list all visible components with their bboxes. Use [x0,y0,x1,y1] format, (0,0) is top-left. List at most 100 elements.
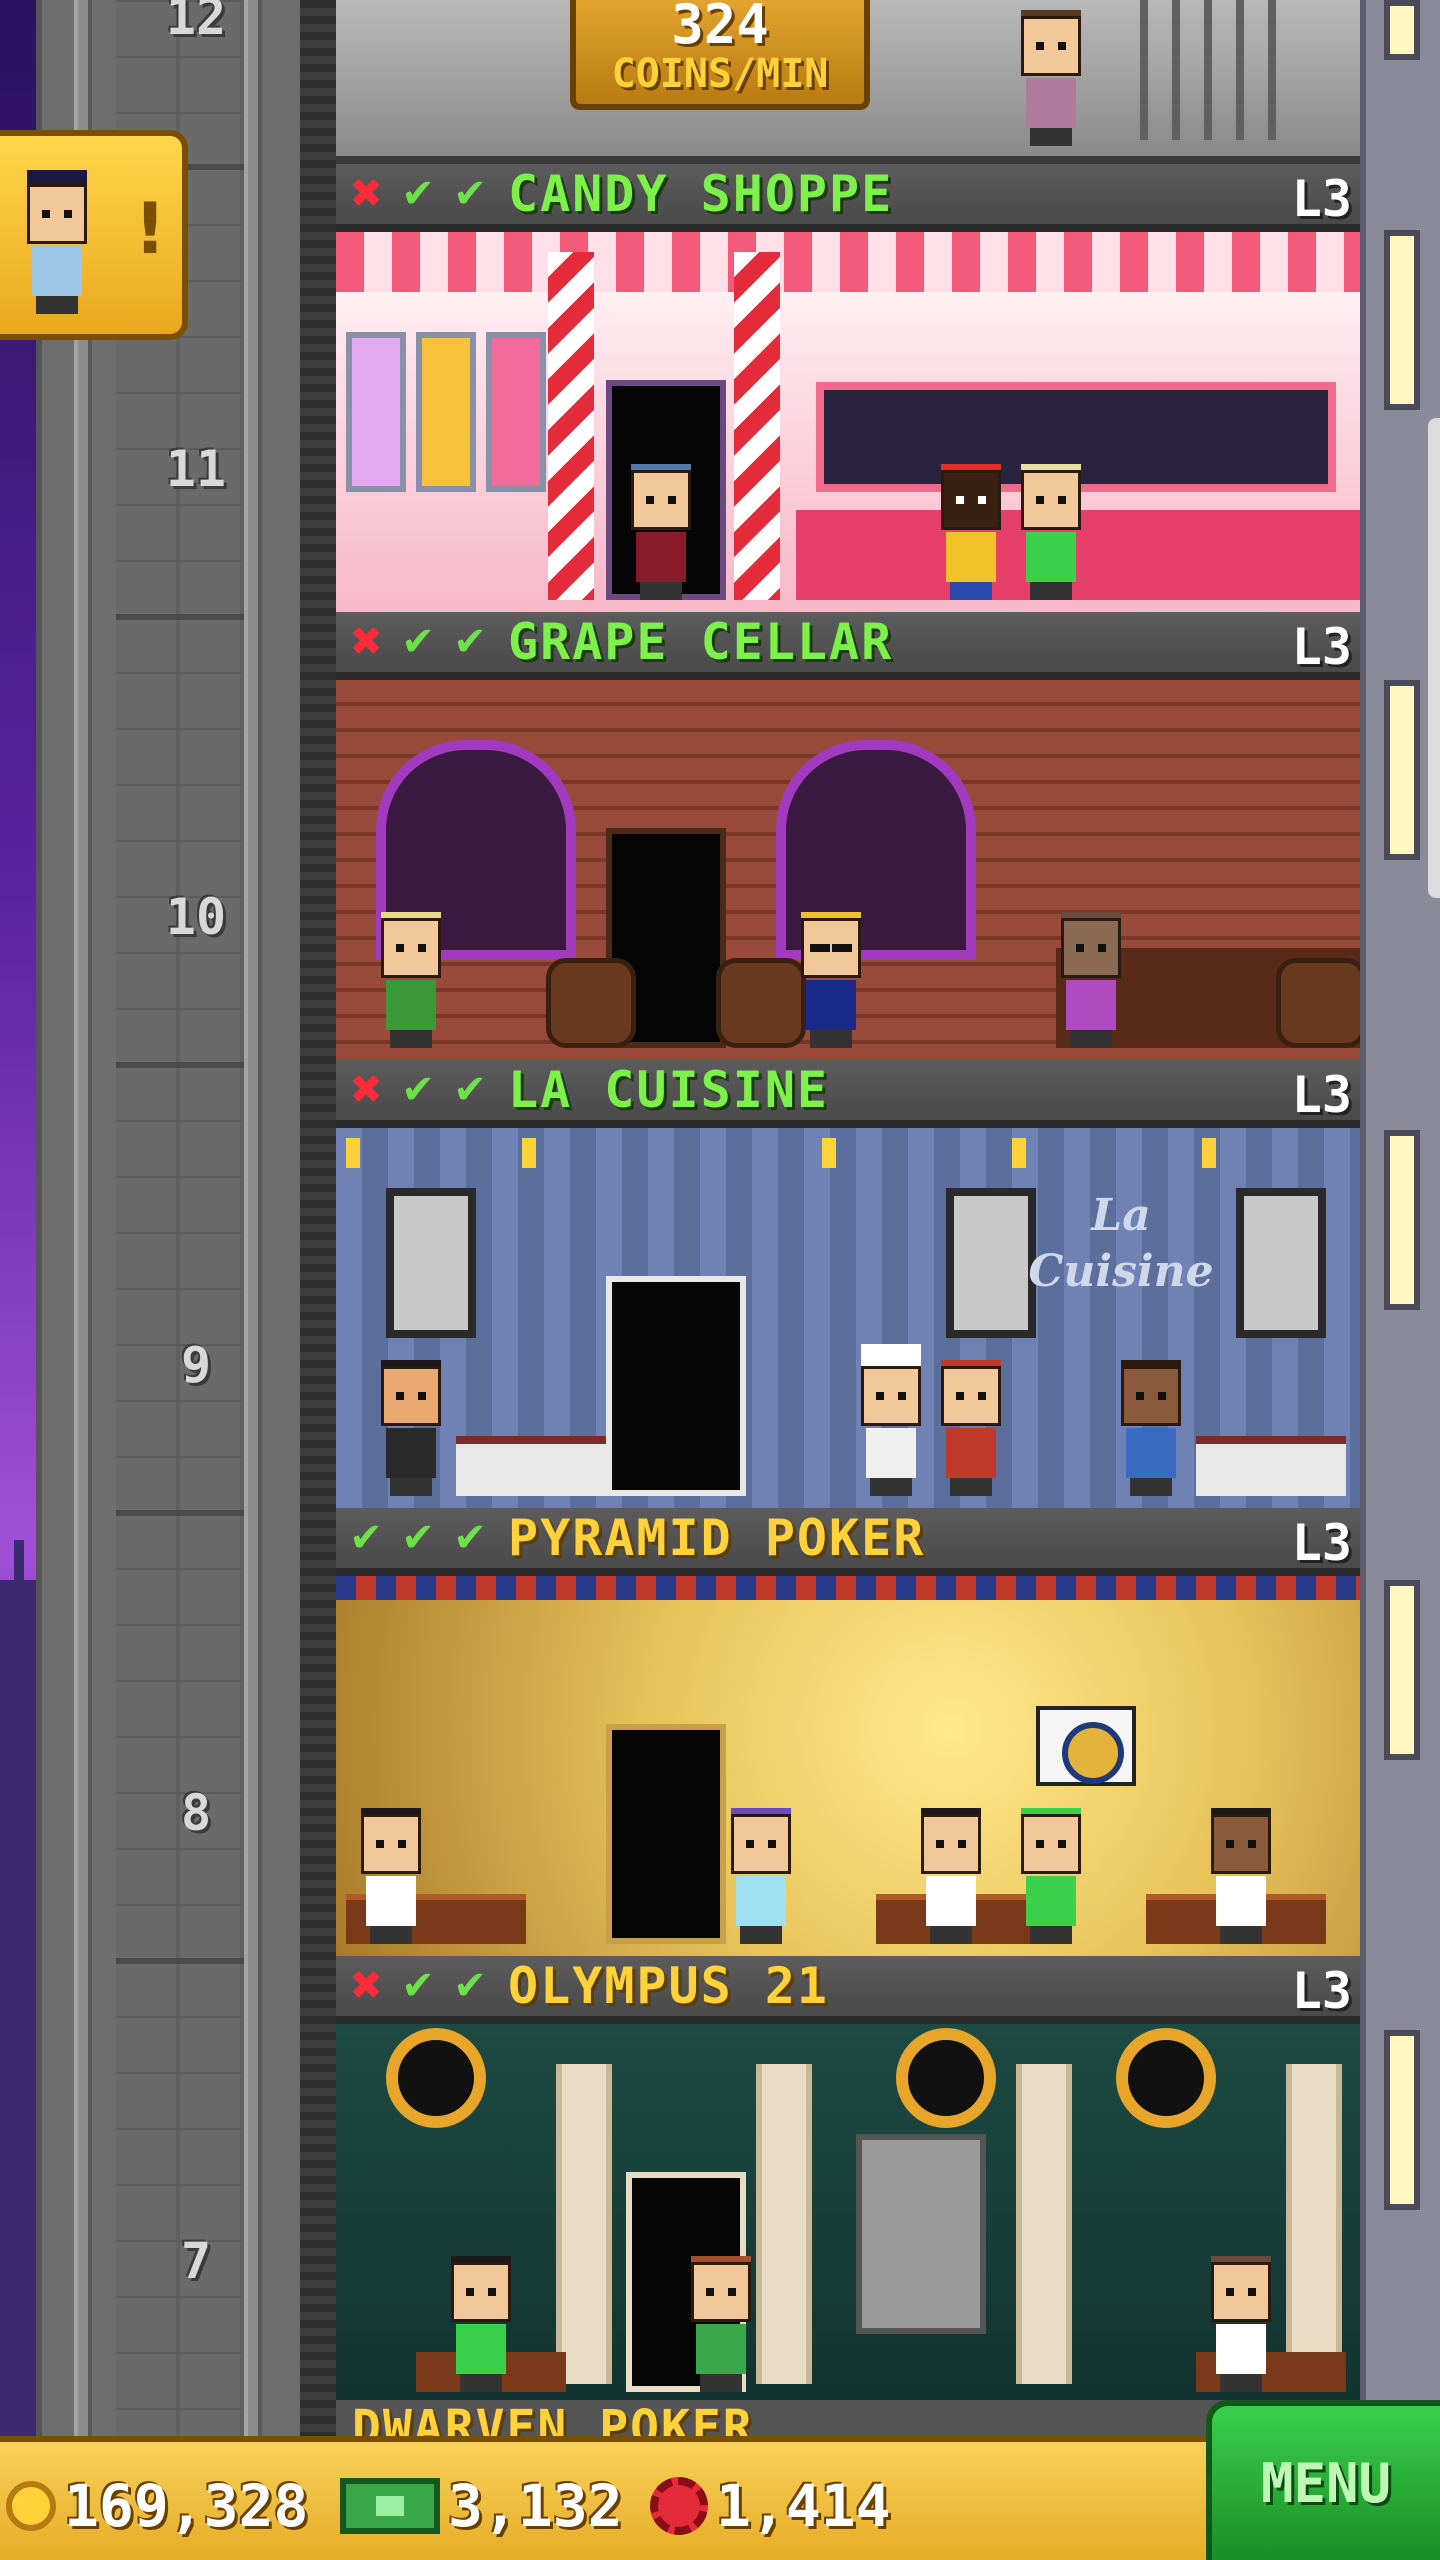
elevator-shaft-wall [116,0,244,2560]
bitizen-dealer[interactable] [916,1808,986,1944]
check-mark-icon: ✔ [349,1515,383,1561]
floor-number-11: 11 [165,440,227,498]
floor-number-10: 10 [165,888,227,946]
floor-level: L3 [1291,1066,1352,1124]
floor-separator [116,614,244,620]
floor-name: LA CUISINE [508,1061,830,1119]
menu-label: MENU [1260,2451,1392,2515]
chips-stat: 1,414 [650,2466,891,2546]
floor-number-12: 12 [165,0,227,46]
check-mark-icon: ✔ [453,619,487,665]
tower-window [1384,1580,1420,1760]
egyptian-band [336,1576,1360,1600]
floor-la-cuisine[interactable]: ✖ ✔ ✔ LA CUISINE L3 La Cuisine [336,1060,1360,1510]
casino-door [606,1724,726,1944]
bitizen-dealer[interactable] [1206,2256,1276,2392]
tower-bux-icon [340,2478,440,2534]
picture-frame [386,1188,476,1338]
floor-name: DWARVEN POKER [352,2400,754,2440]
floor-olympus-21[interactable]: ✖ ✔ ✔ OLYMPUS 21 L3 [336,1956,1360,2406]
bux-value: 3,132 [448,2472,623,2540]
picture-frame [1236,1188,1326,1338]
floor-grape-cellar[interactable]: ✖ ✔ ✔ GRAPE CELLAR L3 [336,612,1360,1062]
dining-table [456,1436,606,1496]
tower-visitor[interactable] [686,2256,756,2392]
alert-icon: ! [134,188,166,270]
floor-header[interactable]: ✖ ✔ ✔ CANDY SHOPPE L3 [336,164,1360,228]
casino-sign [1036,1706,1136,1786]
floor-name: OLYMPUS 21 [508,1957,830,2015]
dining-table [1196,1436,1346,1496]
spade-medallion [896,2028,996,2128]
x-mark-icon: ✖ [349,171,383,217]
bitizen-clown[interactable] [936,464,1006,600]
bitizen-worker[interactable] [1016,464,1086,600]
bitizen-worker[interactable] [1056,912,1126,1048]
floor-number-9: 9 [180,1336,212,1394]
check-mark-icon: ✔ [453,1515,487,1561]
check-mark-icon: ✔ [401,1067,435,1113]
bitizen-dealer[interactable] [1206,1808,1276,1944]
tower-visitor[interactable] [356,1808,426,1944]
spade-medallion [386,2028,486,2128]
menu-button[interactable]: MENU [1206,2400,1440,2560]
edge-panel-handle[interactable] [1428,418,1440,898]
wall-lamp [346,1138,360,1168]
zeus-statue [856,2134,986,2334]
bitizen-chef[interactable] [856,1344,926,1496]
cage-decoration [1140,0,1300,140]
bitizen-worker[interactable] [1016,1808,1086,1944]
wine-barrel [716,958,806,1048]
floor-room[interactable]: La Cuisine [336,1128,1360,1510]
floor-room[interactable] [336,680,1360,1062]
wall-lamp [1202,1138,1216,1168]
bitizen-worker[interactable] [1116,1360,1186,1496]
coins-per-minute-banner: 324 COINS/MIN [570,0,870,110]
restaurant-door [606,1276,746,1496]
tower-window [1384,0,1420,60]
wall-lamp [822,1138,836,1168]
x-mark-icon: ✖ [349,1067,383,1113]
wine-barrel [1276,958,1360,1048]
floor-pyramid-poker[interactable]: ✔ ✔ ✔ PYRAMID POKER L3 [336,1508,1360,1958]
candy-jar [416,332,476,492]
coins-rate-label: COINS/MIN [611,51,829,97]
tower-window [1384,230,1420,410]
poker-chip-icon [650,2477,708,2535]
check-mark-icon: ✔ [401,1963,435,2009]
check-mark-icon: ✔ [401,1515,435,1561]
wall-lamp [522,1138,536,1168]
floor-candy-shoppe[interactable]: ✖ ✔ ✔ CANDY SHOPPE L3 [336,164,1360,614]
tower-visitor[interactable] [376,1360,446,1496]
vip-visitor-notification[interactable]: ! [0,130,188,340]
coins-rate-value: 324 [671,0,769,56]
tower-visitor[interactable] [1016,10,1086,146]
candy-cane-pole [734,252,780,600]
floor-level: L3 [1291,1514,1352,1572]
floor-level: L3 [1291,170,1352,228]
floor-header[interactable]: ✖ ✔ ✔ OLYMPUS 21 L3 [336,1956,1360,2020]
x-mark-icon: ✖ [349,1963,383,2009]
x-mark-icon: ✖ [349,619,383,665]
floor-name: PYRAMID POKER [508,1509,926,1567]
tower-visitor[interactable] [376,912,446,1048]
tower-visitor[interactable] [726,1808,796,1944]
floor-header[interactable]: ✖ ✔ ✔ LA CUISINE L3 [336,1060,1360,1124]
floor-level: L3 [1291,618,1352,676]
bitizen-worker[interactable] [936,1360,1006,1496]
floor-header[interactable]: ✔ ✔ ✔ PYRAMID POKER L3 [336,1508,1360,1572]
floor-header[interactable]: ✖ ✔ ✔ GRAPE CELLAR L3 [336,612,1360,676]
shaft-edge [300,0,336,2560]
distant-building [0,1540,36,2500]
floor-name: CANDY SHOPPE [508,165,894,223]
wine-barrel [546,958,636,1048]
floor-room[interactable] [336,2024,1360,2406]
coins-value: 169,328 [64,2472,309,2540]
bitizen-dealer[interactable] [446,2256,516,2392]
tower-visitor[interactable] [626,464,696,600]
la-cuisine-logo: La Cuisine [1028,1190,1214,1297]
floor-room[interactable] [336,1576,1360,1958]
bitizen-worker[interactable] [796,912,866,1048]
check-mark-icon: ✔ [453,1067,487,1113]
floor-room[interactable] [336,232,1360,614]
